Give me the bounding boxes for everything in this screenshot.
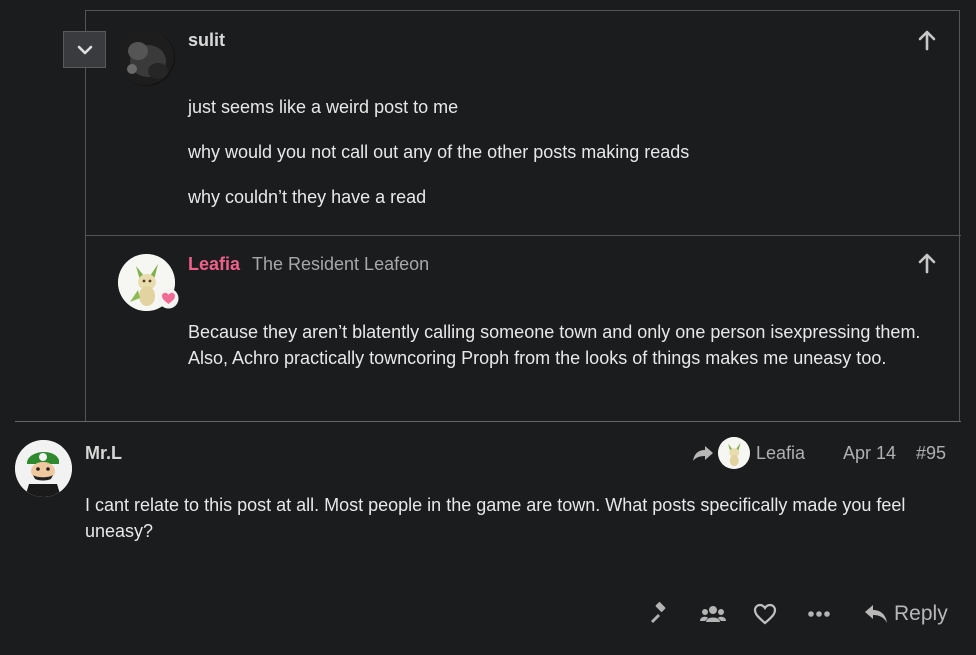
- reply-to-indicator[interactable]: Leafia: [692, 436, 805, 470]
- avatar-sulit[interactable]: [118, 29, 175, 86]
- quote-divider: [85, 235, 961, 236]
- username-leafia[interactable]: Leafia: [188, 254, 240, 275]
- collapse-button[interactable]: [63, 31, 106, 68]
- reply-button[interactable]: Reply: [864, 600, 948, 628]
- quote1-paragraph-2: why would you not call out any of the ot…: [188, 142, 690, 162]
- ellipsis-icon: [808, 611, 830, 617]
- chevron-down-icon: [77, 45, 92, 54]
- username-mrl[interactable]: Mr.L: [85, 443, 122, 464]
- jump-to-post-arrow-icon[interactable]: [917, 252, 937, 274]
- group-button[interactable]: [700, 601, 726, 627]
- post-number[interactable]: #95: [916, 443, 946, 464]
- username-sulit[interactable]: sulit: [188, 30, 225, 51]
- heart-badge-icon: [158, 288, 179, 309]
- more-options-button[interactable]: [806, 601, 832, 627]
- post-body: I cant relate to this post at all. Most …: [85, 495, 906, 541]
- share-arrow-icon: [693, 446, 713, 461]
- jump-to-post-arrow-icon[interactable]: [917, 29, 937, 51]
- quote1-paragraph-1: just seems like a weird post to me: [188, 97, 459, 117]
- like-button[interactable]: [752, 601, 778, 627]
- avatar-mrl[interactable]: [15, 440, 72, 497]
- gavel-icon: [651, 602, 666, 623]
- reply-to-avatar-leafia: [718, 437, 750, 469]
- users-icon: [700, 606, 726, 622]
- moderation-button[interactable]: [646, 601, 672, 627]
- reply-arrow-icon: [865, 605, 887, 623]
- post-divider: [15, 421, 961, 422]
- quote2-body: Because they aren’t blatently calling so…: [188, 322, 921, 368]
- reply-to-username: Leafia: [756, 442, 806, 463]
- reply-label: Reply: [894, 602, 948, 625]
- quote1-paragraph-3: why couldn’t they have a read: [188, 187, 427, 207]
- heart-icon: [753, 603, 777, 625]
- post-date[interactable]: Apr 14: [843, 443, 896, 464]
- user-title-leafia: The Resident Leafeon: [252, 254, 430, 274]
